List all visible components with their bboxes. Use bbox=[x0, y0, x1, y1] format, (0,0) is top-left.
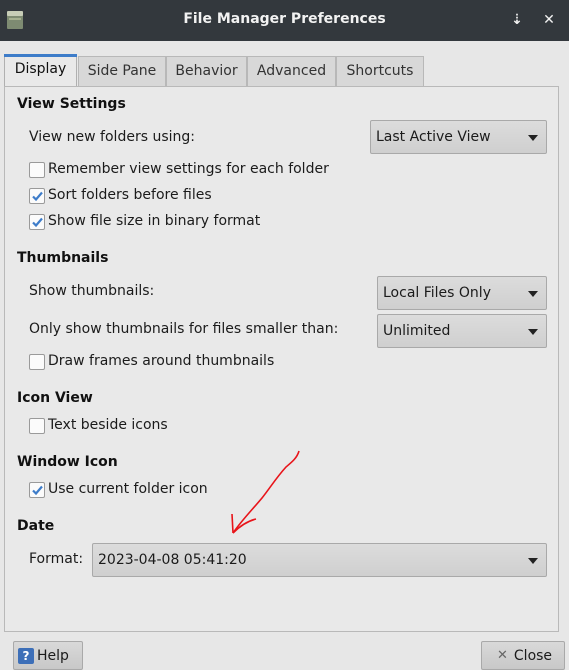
annotation-arrow bbox=[231, 450, 300, 534]
